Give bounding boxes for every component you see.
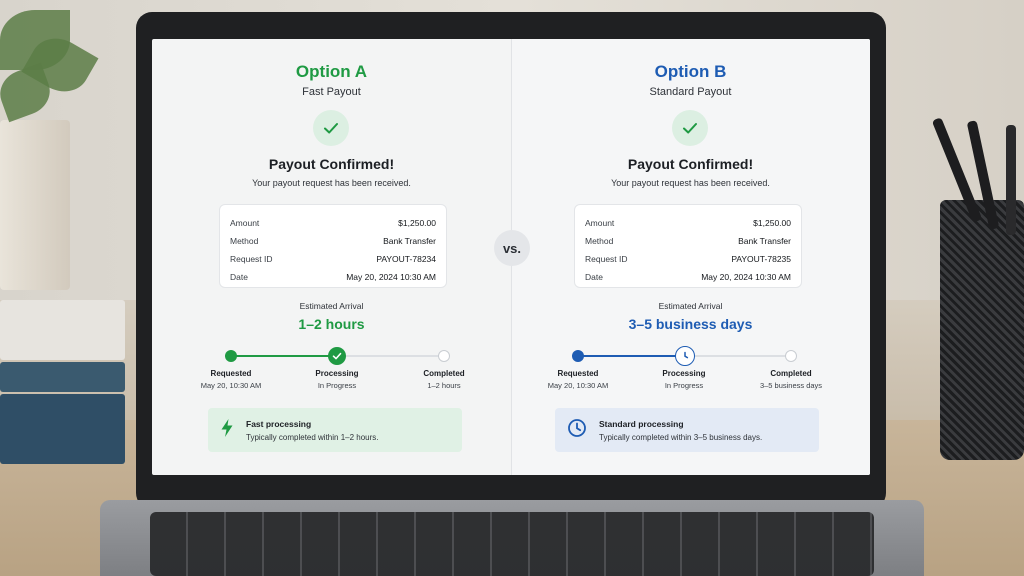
book: [0, 300, 125, 360]
detail-value: Bank Transfer: [738, 236, 791, 246]
detail-value: $1,250.00: [398, 218, 436, 228]
eta-label: Estimated Arrival: [658, 301, 723, 311]
step-completed: Completed 1–2 hours: [399, 369, 489, 390]
success-check-icon: [313, 110, 349, 146]
option-a-panel: Option A Fast Payout Payout Confirmed! Y…: [152, 39, 511, 475]
note-title: Fast processing: [246, 418, 312, 429]
confirm-title: Payout Confirmed!: [627, 156, 754, 172]
step-name: Completed: [770, 369, 812, 378]
note-title: Standard processing: [599, 418, 684, 429]
vs-badge: vs.: [494, 230, 530, 266]
pen: [1006, 125, 1016, 235]
detail-value: May 20, 2024 10:30 AM: [701, 272, 791, 282]
step-requested-dot: [572, 350, 584, 362]
detail-row-method: Method Bank Transfer: [230, 232, 436, 250]
plant-pot: [0, 120, 70, 290]
standard-processing-note: Standard processing Typically completed …: [555, 408, 819, 452]
option-subtitle: Fast Payout: [302, 86, 361, 98]
detail-label: Amount: [230, 218, 260, 228]
eta-value: 3–5 business days: [628, 316, 753, 332]
step-detail: 1–2 hours: [427, 381, 461, 390]
detail-value: Bank Transfer: [383, 236, 436, 246]
step-completed-dot: [785, 350, 797, 362]
book: [0, 394, 125, 464]
step-processing-check-icon: [328, 347, 346, 365]
step-name: Requested: [210, 369, 252, 378]
detail-row-date: Date May 20, 2024 10:30 AM: [585, 268, 791, 286]
pen-holder: [940, 200, 1024, 460]
book-stack: [0, 300, 125, 470]
confirm-title: Payout Confirmed!: [268, 156, 395, 172]
option-b-panel: Option B Standard Payout Payout Confirme…: [511, 39, 870, 475]
detail-label: Amount: [585, 218, 615, 228]
detail-row-amount: Amount $1,250.00: [230, 214, 436, 232]
detail-value: $1,250.00: [753, 218, 791, 228]
keyboard: [150, 512, 874, 576]
step-processing-clock-icon: [675, 346, 695, 366]
progress-fill: [231, 355, 338, 357]
payout-details-card: Amount $1,250.00 Method Bank Transfer Re…: [219, 204, 447, 288]
option-title: Option A: [295, 62, 368, 81]
step-detail: In Progress: [317, 381, 357, 390]
confirm-subtitle: Your payout request has been received.: [252, 178, 411, 188]
step-detail: May 20, 10:30 AM: [547, 381, 609, 390]
option-subtitle: Standard Payout: [649, 86, 732, 98]
step-name: Processing: [315, 369, 359, 378]
detail-label: Date: [585, 272, 603, 282]
step-requested: Requested May 20, 10:30 AM: [186, 369, 276, 390]
detail-value: May 20, 2024 10:30 AM: [346, 272, 436, 282]
eta-label: Estimated Arrival: [299, 301, 364, 311]
step-completed-dot: [438, 350, 450, 362]
note-description: Typically completed within 1–2 hours.: [246, 432, 379, 442]
step-processing: Processing In Progress: [292, 369, 382, 390]
note-description: Typically completed within 3–5 business …: [599, 432, 763, 442]
detail-value: PAYOUT-78235: [731, 254, 791, 264]
clock-icon: [567, 418, 587, 443]
step-name: Completed: [423, 369, 465, 378]
detail-row-request-id: Request ID PAYOUT-78234: [230, 250, 436, 268]
eta-value: 1–2 hours: [298, 316, 365, 332]
step-detail: 3–5 business days: [759, 381, 823, 390]
laptop-screen: Option A Fast Payout Payout Confirmed! Y…: [152, 39, 870, 475]
step-requested-dot: [225, 350, 237, 362]
step-detail: In Progress: [664, 381, 704, 390]
step-name: Requested: [557, 369, 599, 378]
fast-processing-note: Fast processing Typically completed with…: [208, 408, 462, 452]
confirm-subtitle: Your payout request has been received.: [611, 178, 770, 188]
success-check-icon: [672, 110, 708, 146]
detail-label: Request ID: [585, 254, 628, 264]
detail-label: Request ID: [230, 254, 273, 264]
detail-row-amount: Amount $1,250.00: [585, 214, 791, 232]
detail-row-method: Method Bank Transfer: [585, 232, 791, 250]
detail-value: PAYOUT-78234: [376, 254, 436, 264]
detail-row-request-id: Request ID PAYOUT-78235: [585, 250, 791, 268]
step-detail: May 20, 10:30 AM: [200, 381, 262, 390]
step-completed: Completed 3–5 business days: [746, 369, 836, 390]
lightning-icon: [220, 418, 234, 443]
step-processing: Processing In Progress: [639, 369, 729, 390]
option-title: Option B: [654, 62, 727, 81]
detail-row-date: Date May 20, 2024 10:30 AM: [230, 268, 436, 286]
book: [0, 362, 125, 392]
detail-label: Method: [585, 236, 614, 246]
step-requested: Requested May 20, 10:30 AM: [533, 369, 623, 390]
detail-label: Date: [230, 272, 248, 282]
payout-details-card: Amount $1,250.00 Method Bank Transfer Re…: [574, 204, 802, 288]
detail-label: Method: [230, 236, 259, 246]
step-name: Processing: [662, 369, 706, 378]
progress-fill: [578, 355, 685, 357]
